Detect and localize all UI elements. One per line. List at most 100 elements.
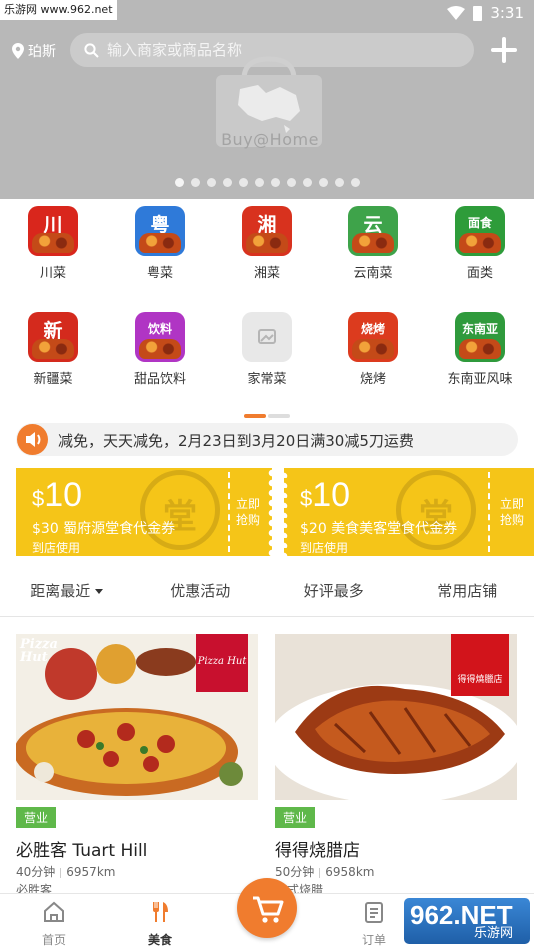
category-item[interactable]: 粤粤菜 <box>107 206 213 281</box>
dessert-drinks-icon: 饮料 <box>135 312 185 362</box>
image-placeholder-icon <box>242 312 292 362</box>
shop-meta: 40分钟 6957km <box>16 865 116 879</box>
category-item[interactable]: 面食 面类 <box>427 206 533 281</box>
category-label: 粤菜 <box>146 266 173 281</box>
category-page-indicator <box>268 414 290 418</box>
shop-image: Pizza Hut Pizza Hut <box>16 634 258 800</box>
category-item[interactable]: 湘湘菜 <box>214 206 320 281</box>
seal-icon: 堂 <box>396 470 476 550</box>
grab-coupon-button[interactable]: 立即抢购 <box>498 496 526 528</box>
category-item[interactable]: 饮料 甜品饮料 <box>107 312 213 387</box>
cantonese-cuisine-icon: 粤 <box>135 206 185 256</box>
banner-dot <box>206 178 216 187</box>
coupon-card[interactable]: 堂 $10 $20 美食美客堂食代金券 到店使用 立即抢购 <box>284 468 534 556</box>
category-label: 新疆菜 <box>33 372 73 387</box>
sichuan-cuisine-icon: 川 <box>28 206 78 256</box>
announcement-bar[interactable]: 减免，天天减免，2月23日到3月20日满30减5刀运费 <box>16 423 518 456</box>
search-icon <box>84 42 99 58</box>
banner-dot <box>174 178 184 187</box>
coupon-subtitle: 到店使用 <box>32 541 81 555</box>
category-label: 云南菜 <box>353 266 393 281</box>
banner-dot <box>222 178 232 187</box>
shop-name: 得得烧腊店 <box>275 841 360 861</box>
hunan-cuisine-icon: 湘 <box>242 206 292 256</box>
sort-filter-bar: 距离最近 优惠活动 好评最多 常用店铺 <box>0 569 534 617</box>
shop-card[interactable]: 得得燒臘店 营业 得得烧腊店 50分钟 6958km 港式烧腊 <box>275 634 517 897</box>
category-label: 湘菜 <box>253 266 280 281</box>
brand-tag: Pizza Hut <box>196 634 248 692</box>
coupon-amount: $10 <box>300 476 351 514</box>
watermark-top: 乐游网 www.962.net <box>0 0 117 20</box>
watermark-bottom: 962.NET 乐游网 <box>404 898 530 944</box>
banner-pagination <box>0 178 534 187</box>
coupon-card[interactable]: 堂 $10 $30 蜀府源堂食代金券 到店使用 立即抢购 <box>16 468 272 556</box>
home-icon <box>44 901 64 922</box>
category-label: 烧烤 <box>359 372 386 387</box>
category-item[interactable]: 云云南菜 <box>320 206 426 281</box>
coupon-title: $20 美食美客堂食代金券 <box>300 521 458 537</box>
banner-dot <box>350 178 360 187</box>
banner-dot <box>254 178 264 187</box>
category-pagination <box>244 414 290 418</box>
category-item[interactable]: 烧烤 烧烤 <box>320 312 426 387</box>
coupon-divider <box>488 472 490 552</box>
banner-dot <box>302 178 312 187</box>
category-label: 家常菜 <box>247 372 287 387</box>
add-button[interactable] <box>488 34 520 66</box>
shop-image: 得得燒臘店 <box>275 634 517 800</box>
yunnan-cuisine-icon: 云 <box>348 206 398 256</box>
cart-button[interactable] <box>237 878 297 938</box>
category-page-indicator <box>244 414 266 418</box>
filter-top-rated[interactable]: 好评最多 <box>267 569 401 616</box>
category-label: 东南亚风味 <box>447 372 513 387</box>
nav-orders[interactable]: 订单 <box>334 900 414 948</box>
category-item[interactable]: 东南亚 东南亚风味 <box>427 312 533 387</box>
coupon-title: $30 蜀府源堂食代金券 <box>32 521 176 537</box>
nav-home[interactable]: 首页 <box>14 900 94 948</box>
category-label: 面类 <box>466 266 493 281</box>
banner-dot <box>318 178 328 187</box>
announcement-text: 减免，天天减免，2月23日到3月20日满30减5刀运费 <box>58 432 414 450</box>
coupon-amount: $10 <box>32 476 83 514</box>
caret-down-icon <box>95 589 104 594</box>
noodles-icon: 面食 <box>455 206 505 256</box>
shop-name: 必胜客 Tuart Hill <box>16 841 148 861</box>
clock: 3:31 <box>490 4 524 22</box>
nav-food[interactable]: 美食 <box>120 900 200 948</box>
seal-icon: 堂 <box>140 470 220 550</box>
filter-promotions[interactable]: 优惠活动 <box>134 569 268 616</box>
banner-dot <box>286 178 296 187</box>
filter-nearest[interactable]: 距离最近 <box>0 569 134 616</box>
banner-dot <box>270 178 280 187</box>
order-list-icon <box>365 902 383 923</box>
banner-dot <box>334 178 344 187</box>
brand-tag: 得得燒臘店 <box>451 634 509 696</box>
wifi-icon <box>447 6 466 20</box>
location-pin-icon <box>12 43 24 59</box>
banner-logo-text: Buy@Home <box>221 130 319 149</box>
category-item[interactable]: 家常菜 <box>214 312 320 387</box>
coupon-divider <box>228 472 230 552</box>
location-label: 珀斯 <box>28 44 56 60</box>
category-item[interactable]: 新新疆菜 <box>0 312 106 387</box>
status-bar: 乐游网 www.962.net 3:31 <box>0 0 534 28</box>
category-label: 川菜 <box>39 266 66 281</box>
status-badge: 营业 <box>275 807 316 828</box>
utensils-icon <box>153 902 168 922</box>
banner-dot <box>190 178 200 187</box>
cart-icon <box>253 896 284 923</box>
banner-dot <box>238 178 248 187</box>
category-item[interactable]: 川川菜 <box>0 206 106 281</box>
xinjiang-cuisine-icon: 新 <box>28 312 78 362</box>
location-selector[interactable]: 珀斯 <box>12 41 56 61</box>
battery-icon <box>473 5 483 21</box>
filter-favorites[interactable]: 常用店铺 <box>401 569 534 616</box>
banner[interactable]: 乐游网 www.962.net 3:31 珀斯 Buy@Home <box>0 0 534 199</box>
status-badge: 营业 <box>16 807 57 828</box>
grab-coupon-button[interactable]: 立即抢购 <box>234 496 262 528</box>
speaker-icon <box>17 424 48 455</box>
southeast-asian-icon: 东南亚 <box>455 312 505 362</box>
coupon-subtitle: 到店使用 <box>300 541 349 555</box>
shop-card[interactable]: Pizza Hut Pizza Hut 营业 必胜客 Tuart Hill 40… <box>16 634 258 897</box>
category-label: 甜品饮料 <box>133 372 186 387</box>
